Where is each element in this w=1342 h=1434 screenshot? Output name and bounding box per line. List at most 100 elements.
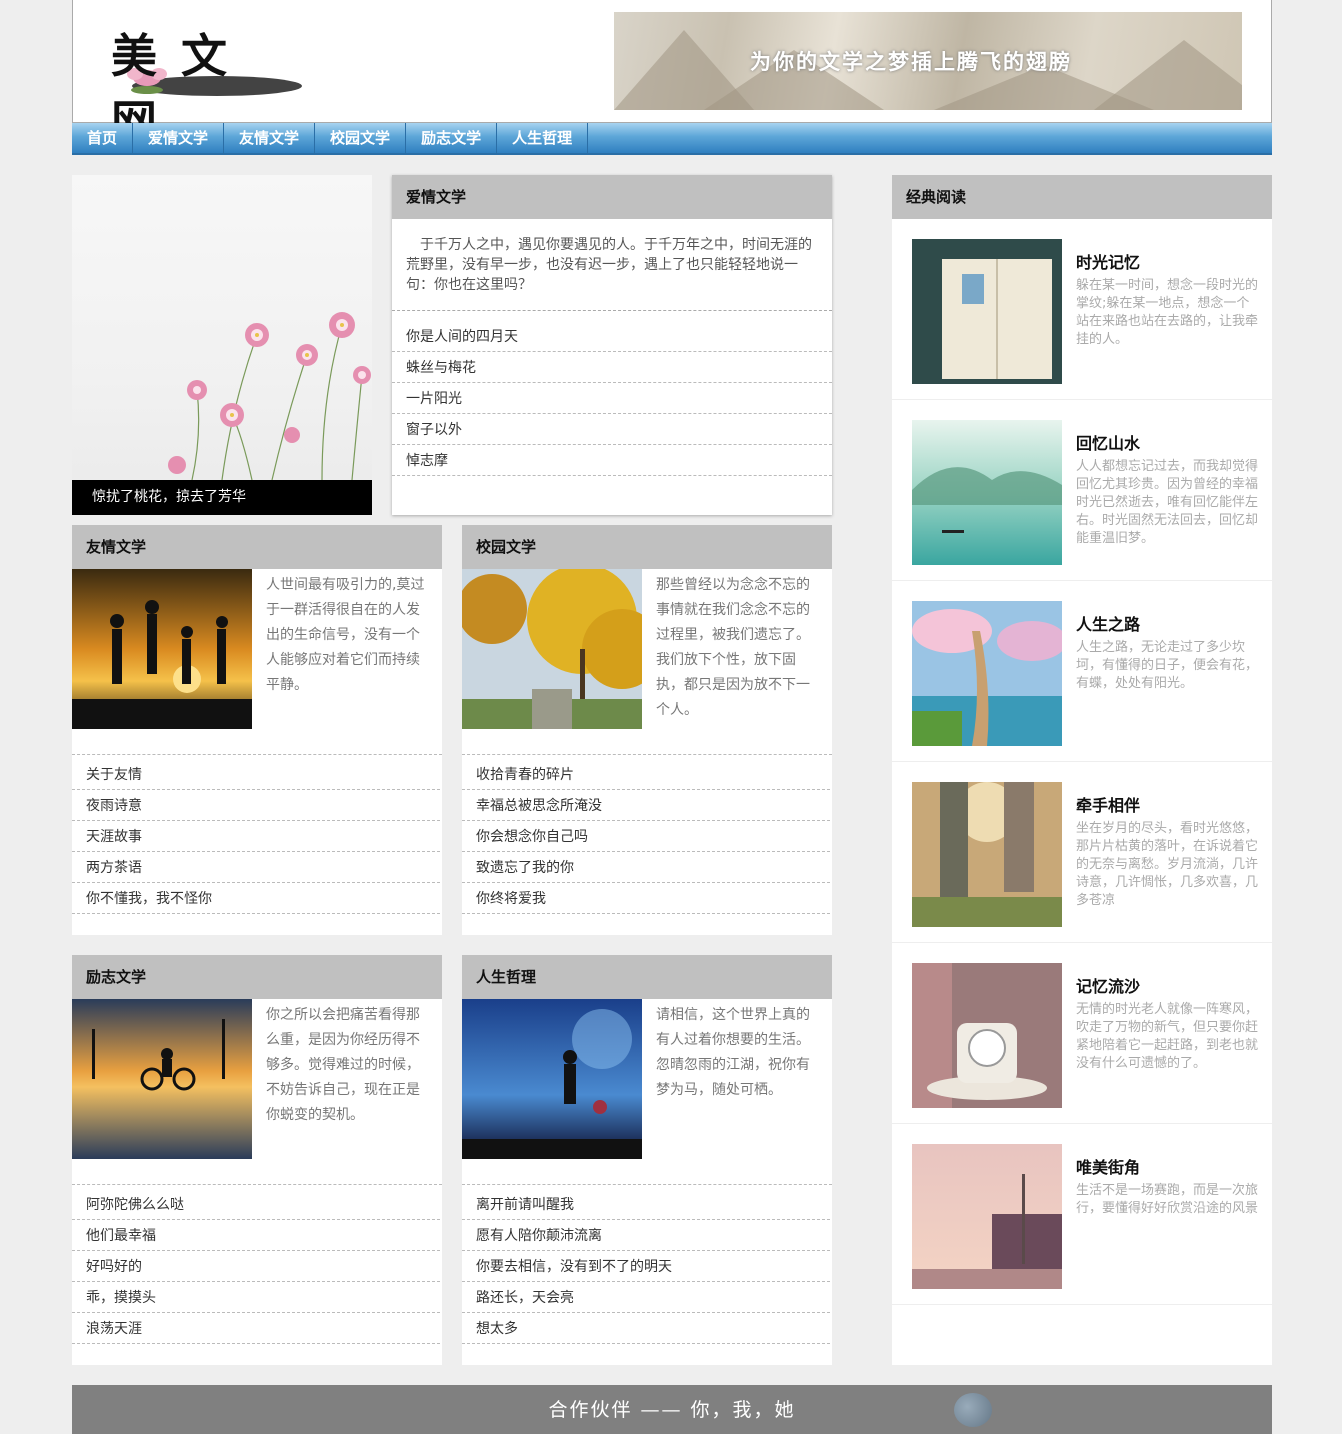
list-item[interactable]: 悼志摩 (392, 445, 832, 476)
list-item[interactable]: 天涯故事 (72, 821, 440, 852)
sidebar-thumbnail[interactable] (912, 963, 1062, 1108)
sidebar-thumbnail[interactable] (912, 239, 1062, 384)
inspire-thumbnail[interactable] (72, 999, 252, 1159)
nav-love[interactable]: 爱情文学 (133, 123, 225, 153)
sidebar-thumbnail[interactable] (912, 782, 1062, 927)
starry-night-image (462, 999, 642, 1159)
nav-campus[interactable]: 校园文学 (315, 123, 407, 153)
nav-philosophy[interactable]: 人生哲理 (497, 123, 589, 153)
inspire-panel: 励志文学 你之所以会把痛苦看得那么重，是因为你经历得不够多。觉得难过的时候，不妨… (72, 955, 442, 1365)
main-nav: 首页 爱情文学 友情文学 校园文学 励志文学 人生哲理 (72, 123, 1272, 155)
list-item[interactable]: 两方茶语 (72, 852, 440, 883)
friendship-panel-title[interactable]: 友情文学 (72, 525, 442, 569)
sidebar-item-desc: 无情的时光老人就像一阵寒风，吹走了万物的新气，但只要你赶紧地陪着它一起赶路，到老… (1076, 1002, 1259, 1071)
list-item[interactable]: 窗子以外 (392, 414, 832, 445)
sidebar-item-desc: 躲在某一时间，想念一段时光的掌纹;躲在某一地点，想念一个站在来路也站在去路的，让… (1076, 278, 1259, 347)
list-item[interactable]: 你是人间的四月天 (392, 321, 832, 352)
campus-link-list: 收拾青春的碎片 幸福总被思念所淹没 你会想念你自己吗 致遗忘了我的你 你终将爱我 (462, 755, 832, 914)
friendship-thumbnail[interactable] (72, 569, 252, 729)
clock-teacup-image (912, 963, 1062, 1108)
cosmos-flowers-image (168, 312, 371, 480)
sidebar-item-desc: 人人都想忘记过去，而我却觉得回忆尤其珍贵。因为曾经的幸福时光已然逝去，唯有回忆能… (1076, 459, 1259, 546)
banner-slogan: 为你的文学之梦插上腾飞的翅膀 (750, 49, 1072, 74)
list-item[interactable]: 阿弥陀佛么么哒 (72, 1189, 440, 1220)
list-item[interactable]: 愿有人陪你颠沛流离 (462, 1220, 830, 1251)
campus-thumbnail[interactable] (462, 569, 642, 729)
friendship-panel: 友情文学 人世间最有吸引力的,莫过于一群活得很自在的人发出的生命信号，没有一个人… (72, 525, 442, 935)
feature-caption[interactable]: 惊扰了桃花，掠去了芳华 (72, 480, 372, 515)
philosophy-panel-title[interactable]: 人生哲理 (462, 955, 832, 999)
list-item[interactable]: 关于友情 (72, 759, 440, 790)
sidebar-item-title[interactable]: 牵手相伴 (1076, 792, 1140, 816)
philosophy-thumbnail[interactable] (462, 999, 642, 1159)
philosophy-desc: 请相信，这个世界上真的有人过着你想要的生活。忽晴忽雨的江湖，祝你有梦为马，随处可… (656, 1007, 810, 1098)
inspire-panel-title[interactable]: 励志文学 (72, 955, 442, 999)
street-corner-image (912, 1144, 1062, 1289)
sidebar-item-desc: 人生之路，无论走过了多少坎坷，有懂得的日子，便会有花，有蝶，处处有阳光。 (1076, 640, 1259, 691)
partner-badge-icon[interactable] (954, 1393, 992, 1427)
sidebar-item-title[interactable]: 回忆山水 (1076, 430, 1140, 454)
list-item[interactable]: 你终将爱我 (462, 883, 830, 914)
sidebar-item[interactable]: 记忆流沙 无情的时光老人就像一阵寒风，吹走了万物的新气，但只要你赶紧地陪着它一起… (892, 943, 1272, 1124)
list-item[interactable]: 好吗好的 (72, 1251, 440, 1282)
campus-panel-title[interactable]: 校园文学 (462, 525, 832, 569)
inspire-desc: 你之所以会把痛苦看得那么重，是因为你经历得不够多。觉得难过的时候，不妨告诉自己，… (266, 1007, 420, 1123)
sidebar-item[interactable]: 回忆山水 人人都想忘记过去，而我却觉得回忆尤其珍贵。因为曾经的幸福时光已然逝去，… (892, 400, 1272, 581)
list-item[interactable]: 夜雨诗意 (72, 790, 440, 821)
sidebar-item-desc: 生活不是一场赛跑，而是一次旅行，要懂得好好欣赏沿途的风景 (1076, 1183, 1259, 1216)
philosophy-link-list: 离开前请叫醒我 愿有人陪你颠沛流离 你要去相信，没有到不了的明天 路还长，天会亮… (462, 1185, 832, 1344)
sunset-silhouette-image (72, 569, 252, 729)
list-item[interactable]: 蛛丝与梅花 (392, 352, 832, 383)
list-item[interactable]: 离开前请叫醒我 (462, 1189, 830, 1220)
campus-desc: 那些曾经以为念念不忘的事情就在我们念念不忘的过程里，被我们遗忘了。我们放下个性，… (656, 577, 810, 718)
sidebar-item[interactable]: 唯美街角 生活不是一场赛跑，而是一次旅行，要懂得好好欣赏沿途的风景 (892, 1124, 1272, 1305)
list-item[interactable]: 致遗忘了我的你 (462, 852, 830, 883)
ginkgo-avenue-image (462, 569, 642, 729)
list-item[interactable]: 想太多 (462, 1313, 830, 1344)
sky-path-image (912, 601, 1062, 746)
sidebar-item-title[interactable]: 唯美街角 (1076, 1154, 1140, 1178)
list-item[interactable]: 你不懂我，我不怪你 (72, 883, 440, 914)
love-intro: 于千万人之中，遇见你要遇见的人。于千万年之中，时间无涯的荒野里，没有早一步，也没… (392, 219, 832, 311)
feature-image[interactable]: 惊扰了桃花，掠去了芳华 (72, 175, 372, 515)
misty-lake-image (912, 420, 1062, 565)
sidebar-thumbnail[interactable] (912, 420, 1062, 565)
holding-hands-image (912, 782, 1062, 927)
love-panel: 爱情文学 于千万人之中，遇见你要遇见的人。于千万年之中，时间无涯的荒野里，没有早… (392, 175, 832, 515)
list-item[interactable]: 一片阳光 (392, 383, 832, 414)
friendship-desc: 人世间最有吸引力的,莫过于一群活得很自在的人发出的生命信号，没有一个人能够应对着… (266, 577, 425, 693)
love-link-list: 你是人间的四月天 蛛丝与梅花 一片阳光 窗子以外 悼志摩 (392, 311, 832, 476)
list-item[interactable]: 乖，摸摸头 (72, 1282, 440, 1313)
sidebar-item-title[interactable]: 记忆流沙 (1076, 973, 1140, 997)
open-book-image (912, 239, 1062, 384)
inspire-link-list: 阿弥陀佛么么哒 他们最幸福 好吗好的 乖，摸摸头 浪荡天涯 (72, 1185, 442, 1344)
sidebar-item[interactable]: 人生之路 人生之路，无论走过了多少坎坷，有懂得的日子，便会有花，有蝶，处处有阳光… (892, 581, 1272, 762)
cyclist-sunset-image (72, 999, 252, 1159)
site-header: 美文网 为你的文学之梦插上腾飞的翅膀 (72, 0, 1272, 149)
campus-panel: 校园文学 那些曾经以为念念不忘的事情就在我们念念不忘的过程里，被我们遗忘了。我们… (462, 525, 832, 935)
list-item[interactable]: 你要去相信，没有到不了的明天 (462, 1251, 830, 1282)
list-item[interactable]: 他们最幸福 (72, 1220, 440, 1251)
list-item[interactable]: 幸福总被思念所淹没 (462, 790, 830, 821)
sidebar-item-title[interactable]: 时光记忆 (1076, 249, 1140, 273)
sidebar-title: 经典阅读 (892, 175, 1272, 219)
sidebar-thumbnail[interactable] (912, 601, 1062, 746)
list-item[interactable]: 浪荡天涯 (72, 1313, 440, 1344)
nav-friendship[interactable]: 友情文学 (224, 123, 316, 153)
site-logo[interactable]: 美文网 (107, 18, 307, 149)
philosophy-panel: 人生哲理 请相信，这个世界上真的有人过着你想要的生活。忽晴忽雨的江湖，祝你有梦为… (462, 955, 832, 1365)
site-footer: 合作伙伴 —— 你，我，她 (72, 1385, 1272, 1434)
love-panel-title[interactable]: 爱情文学 (392, 175, 832, 219)
sidebar-item-desc: 坐在岁月的尽头，看时光悠悠，那片片枯黄的落叶，在诉说着它的无奈与离愁。岁月流淌，… (1076, 821, 1259, 908)
sidebar-thumbnail[interactable] (912, 1144, 1062, 1289)
sidebar-item[interactable]: 牵手相伴 坐在岁月的尽头，看时光悠悠，那片片枯黄的落叶，在诉说着它的无奈与离愁。… (892, 762, 1272, 943)
sidebar-item-title[interactable]: 人生之路 (1076, 611, 1140, 635)
list-item[interactable]: 路还长，天会亮 (462, 1282, 830, 1313)
partners-text: 合作伙伴 —— 你，我，她 (548, 1399, 796, 1421)
friendship-link-list: 关于友情 夜雨诗意 天涯故事 两方茶语 你不懂我，我不怪你 (72, 755, 442, 914)
sidebar-item[interactable]: 时光记忆 躲在某一时间，想念一段时光的掌纹;躲在某一地点，想念一个站在来路也站在… (892, 219, 1272, 400)
list-item[interactable]: 收拾青春的碎片 (462, 759, 830, 790)
nav-home[interactable]: 首页 (72, 123, 134, 153)
list-item[interactable]: 你会想念你自己吗 (462, 821, 830, 852)
nav-inspire[interactable]: 励志文学 (406, 123, 498, 153)
